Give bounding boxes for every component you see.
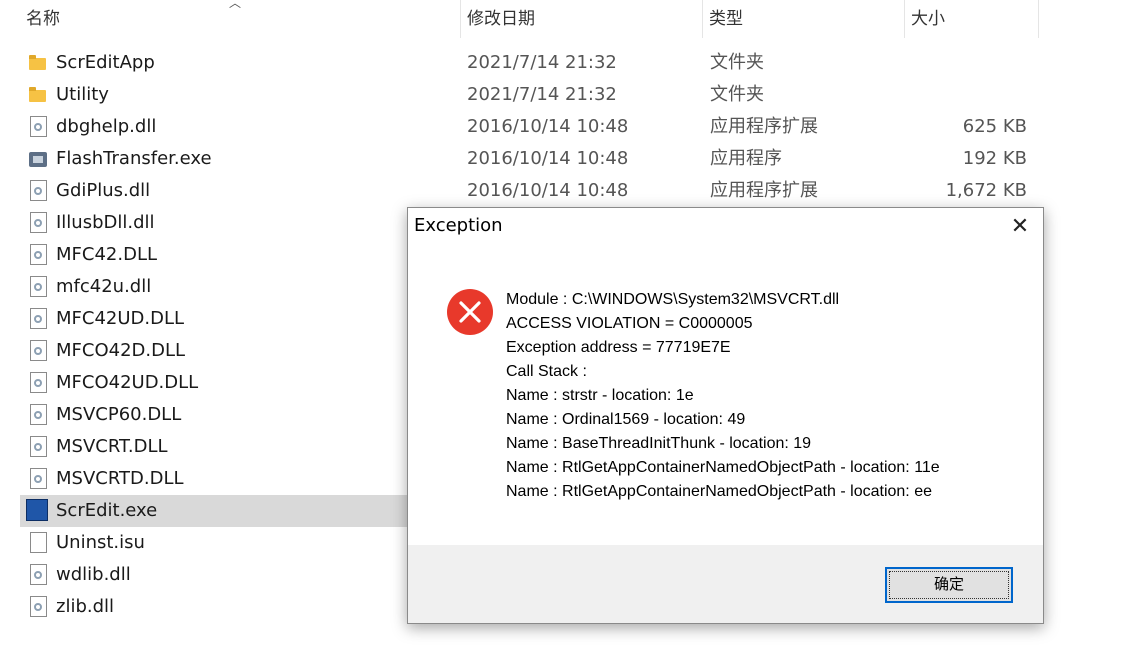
dll-file-icon bbox=[30, 116, 47, 137]
exception-dialog: Exception ✕ Module : C:\WINDOWS\System32… bbox=[407, 207, 1044, 624]
file-name: ScrEditApp bbox=[56, 52, 155, 73]
screedit-app-icon: ​ bbox=[26, 499, 48, 521]
ok-button[interactable]: 确定 bbox=[885, 567, 1013, 603]
file-date: 2016/10/14 10:48 bbox=[467, 180, 629, 201]
file-name: Utility bbox=[56, 84, 109, 105]
file-type: 应用程序扩展 bbox=[710, 180, 818, 201]
file-name: zlib.dll bbox=[56, 596, 115, 617]
message-line-callstack: Call Stack : bbox=[506, 363, 587, 380]
file-type: 应用程序 bbox=[710, 148, 782, 169]
file-name: MSVCP60.DLL bbox=[56, 404, 182, 425]
file-type: 文件夹 bbox=[710, 84, 764, 105]
error-icon bbox=[447, 289, 493, 335]
dll-file-icon bbox=[30, 436, 47, 457]
message-line-frame-4: Name : RtlGetAppContainerNamedObjectPath… bbox=[506, 459, 940, 476]
file-row[interactable]: dbghelp.dll 2016/10/14 10:48 应用程序扩展 625 KB bbox=[20, 111, 1060, 143]
dll-file-icon bbox=[30, 212, 47, 233]
file-size: 192 KB bbox=[962, 148, 1027, 169]
file-name: MFC42UD.DLL bbox=[56, 308, 185, 329]
file-name: Uninst.isu bbox=[56, 532, 145, 553]
file-date: 2016/10/14 10:48 bbox=[467, 116, 629, 137]
file-row[interactable]: ScrEditApp 2021/7/14 21:32 文件夹 bbox=[20, 47, 1060, 79]
file-name: FlashTransfer.exe bbox=[56, 148, 212, 169]
folder-icon bbox=[28, 53, 48, 73]
file-row[interactable]: GdiPlus.dll 2016/10/14 10:48 应用程序扩展 1,672 K… bbox=[20, 175, 1060, 207]
file-size bbox=[900, 79, 1027, 111]
file-row[interactable]: Utility 2021/7/14 21:32 文件夹 bbox=[20, 79, 1060, 111]
blank-file-icon bbox=[30, 532, 47, 553]
message-line-violation: ACCESS VIOLATION = C0000005 bbox=[506, 315, 753, 332]
dll-file-icon bbox=[30, 564, 47, 585]
dll-file-icon bbox=[30, 372, 47, 393]
close-icon[interactable]: ✕ bbox=[997, 208, 1043, 246]
exe-file-icon bbox=[28, 149, 48, 169]
dll-file-icon bbox=[30, 244, 47, 265]
column-header-date[interactable]: 修改日期 bbox=[460, 0, 700, 38]
file-size: 1,672 KB bbox=[945, 180, 1027, 201]
file-row[interactable]: ​ ScrEdit.exe bbox=[20, 495, 408, 527]
file-name: MSVCRT.DLL bbox=[56, 436, 168, 457]
file-date: 2016/10/14 10:48 bbox=[467, 148, 629, 169]
message-line-frame-5: Name : RtlGetAppContainerNamedObjectPath… bbox=[506, 483, 932, 500]
column-header-type[interactable]: 类型 bbox=[702, 0, 902, 38]
file-name: GdiPlus.dll bbox=[56, 180, 151, 201]
message-line-module: Module : C:\WINDOWS\System32\MSVCRT.dll bbox=[506, 291, 840, 308]
dll-file-icon bbox=[30, 276, 47, 297]
message-line-frame-3: Name : BaseThreadInitThunk - location: 1… bbox=[506, 435, 812, 452]
file-name: IllusbDll.dll bbox=[56, 212, 155, 233]
file-name: MFCO42UD.DLL bbox=[56, 372, 199, 393]
file-row[interactable]: FlashTransfer.exe 2016/10/14 10:48 应用程序 192… bbox=[20, 143, 1060, 175]
dll-file-icon bbox=[30, 596, 47, 617]
file-size bbox=[900, 47, 1027, 79]
file-name: MFC42.DLL bbox=[56, 244, 157, 265]
file-type: 应用程序扩展 bbox=[710, 116, 818, 137]
folder-icon bbox=[28, 85, 48, 105]
sort-ascending-icon: ︿ bbox=[229, 0, 242, 10]
message-line-frame-2: Name : Ordinal1569 - location: 49 bbox=[506, 411, 746, 428]
file-size: 625 KB bbox=[962, 116, 1027, 137]
error-message: Module : C:\WINDOWS\System32\MSVCRT.dll … bbox=[506, 288, 940, 504]
dialog-title: Exception bbox=[414, 215, 503, 236]
file-date: 2021/7/14 21:32 bbox=[467, 52, 617, 73]
column-header-spacer bbox=[1038, 0, 1122, 38]
file-date: 2021/7/14 21:32 bbox=[467, 84, 617, 105]
dll-file-icon bbox=[30, 180, 47, 201]
file-name: wdlib.dll bbox=[56, 564, 131, 585]
message-line-frame-1: Name : strstr - location: 1e bbox=[506, 387, 694, 404]
file-name: mfc42u.dll bbox=[56, 276, 152, 297]
dll-file-icon bbox=[30, 468, 47, 489]
file-name: MFCO42D.DLL bbox=[56, 340, 186, 361]
file-name: dbghelp.dll bbox=[56, 116, 157, 137]
file-name: ScrEdit.exe bbox=[56, 500, 158, 521]
file-name: MSVCRTD.DLL bbox=[56, 468, 184, 489]
dll-file-icon bbox=[30, 404, 47, 425]
column-header: 名称 ︿ 修改日期 类型 大小 bbox=[0, 0, 1122, 38]
file-type: 文件夹 bbox=[710, 52, 764, 73]
dll-file-icon bbox=[30, 340, 47, 361]
column-header-size[interactable]: 大小 bbox=[904, 0, 1038, 38]
dll-file-icon bbox=[30, 308, 47, 329]
message-line-address: Exception address = 77719E7E bbox=[506, 339, 731, 356]
